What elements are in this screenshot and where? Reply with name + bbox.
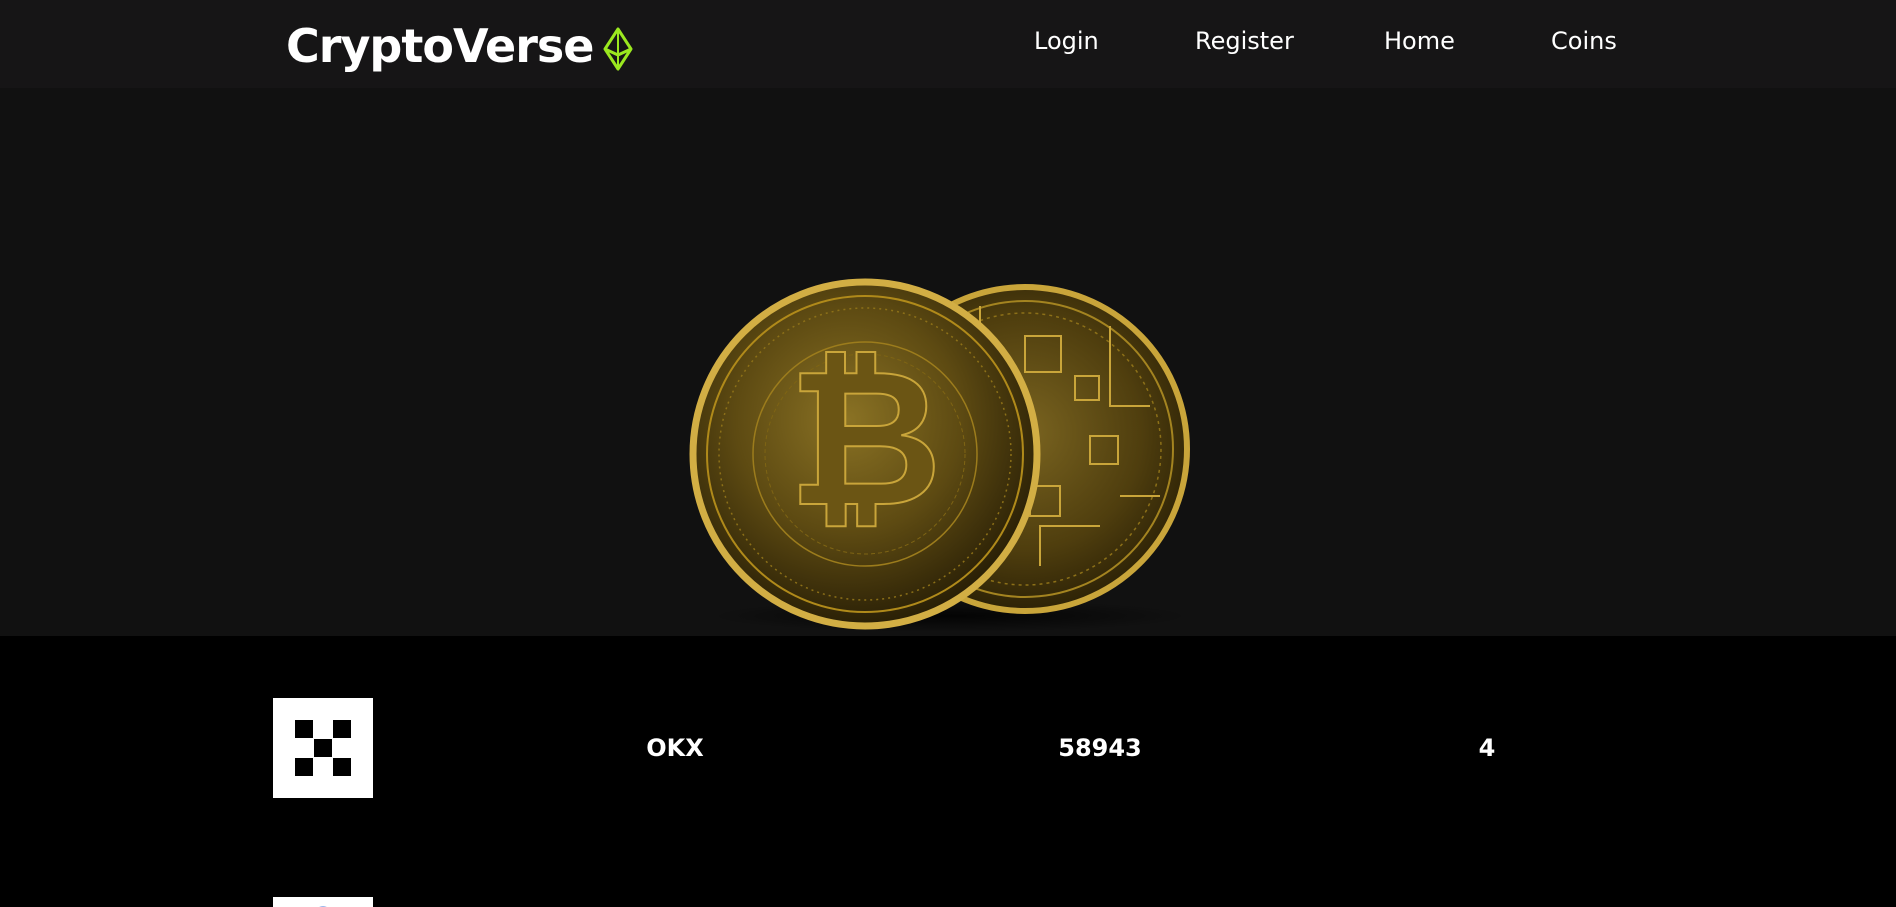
- okx-logo-icon: [273, 698, 373, 798]
- coin-row[interactable]: [0, 897, 1896, 907]
- coin-logo-icon: [273, 897, 373, 907]
- brand-name: CryptoVerse: [286, 19, 594, 73]
- svg-text:₿: ₿: [788, 328, 943, 549]
- nav-register-link[interactable]: Register: [1195, 26, 1294, 56]
- coin-rank: 4: [1478, 734, 1496, 762]
- nav-login-link[interactable]: Login: [1034, 26, 1099, 56]
- hero-section: ₿: [0, 88, 1896, 636]
- front-coin: ₿: [689, 278, 1041, 630]
- bitcoin-coins-illustration: ₿: [689, 278, 1190, 632]
- coin-value: 58943: [1058, 734, 1142, 762]
- coin-name: OKX: [646, 734, 704, 762]
- navbar: CryptoVerse Login Register Home Coins: [0, 0, 1896, 88]
- nav-coins-link[interactable]: Coins: [1551, 26, 1617, 56]
- ethereum-diamond-icon: [603, 27, 632, 71]
- nav-home-link[interactable]: Home: [1384, 26, 1455, 56]
- brand-logo[interactable]: CryptoVerse: [286, 18, 634, 74]
- coin-row[interactable]: OKX 58943 4: [0, 691, 1896, 801]
